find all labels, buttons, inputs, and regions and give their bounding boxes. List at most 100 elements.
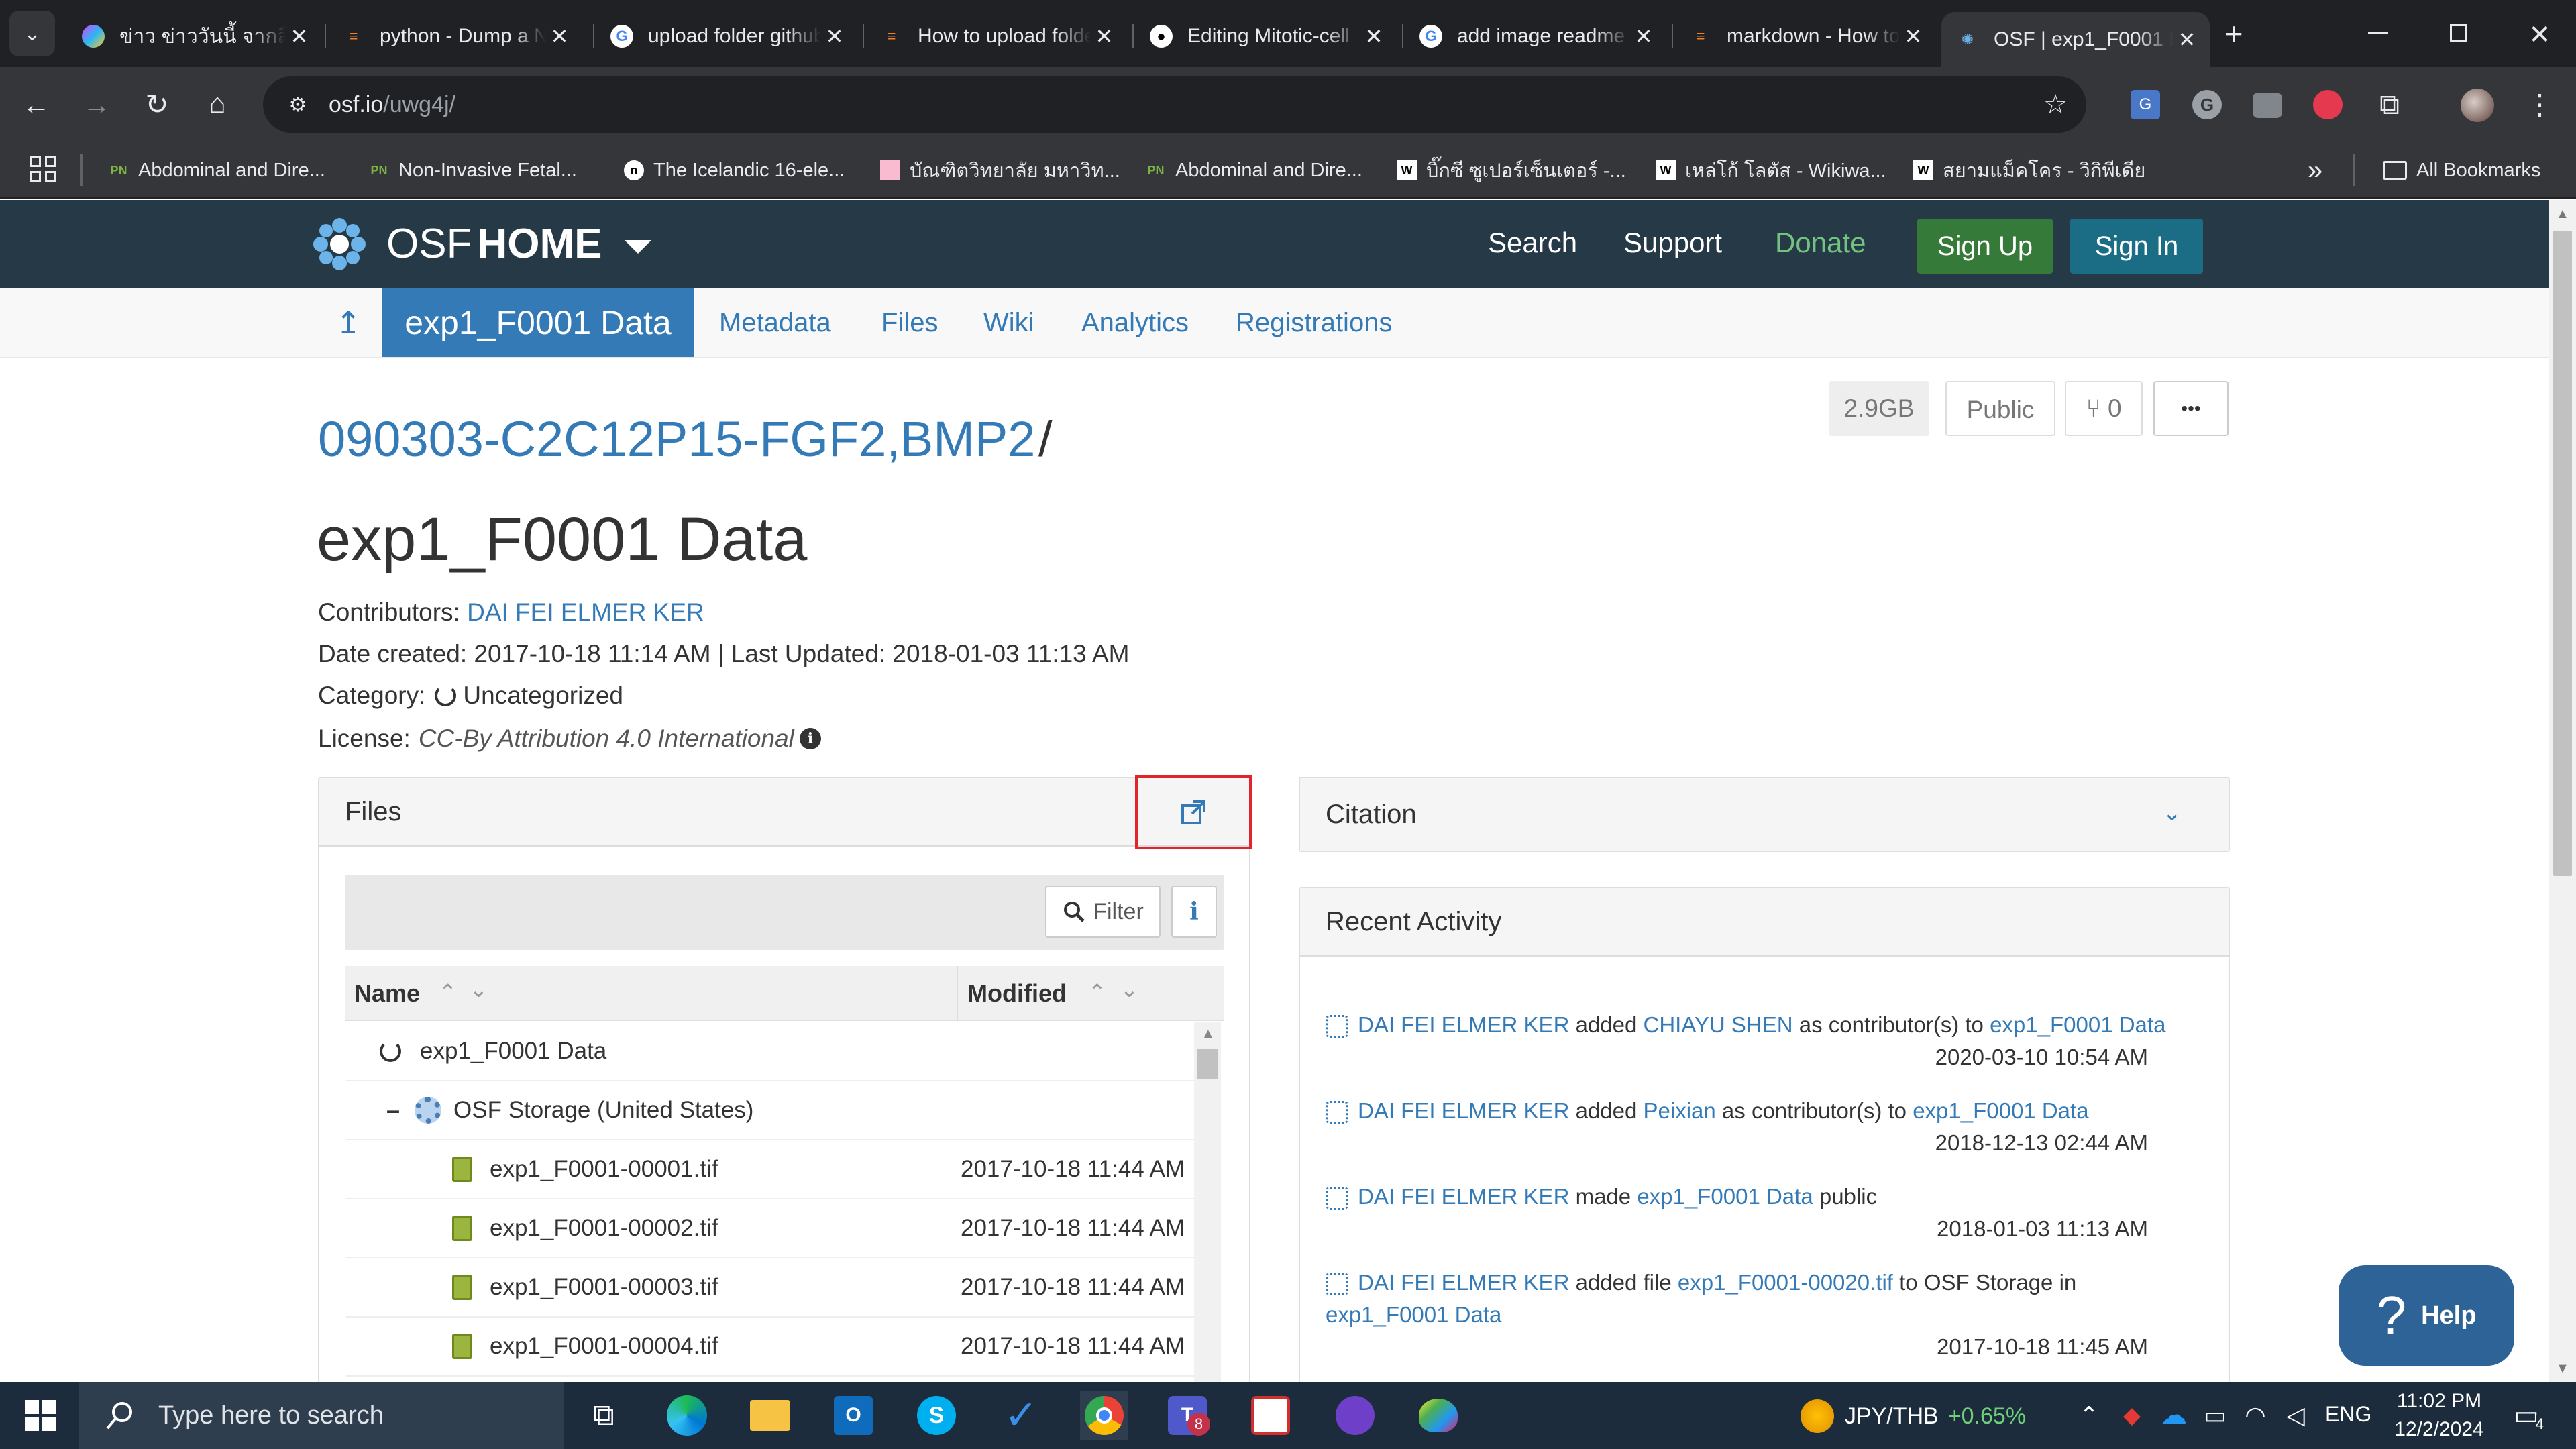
site-info-icon[interactable]: ⚙ (278, 85, 318, 125)
activity-user[interactable]: DAI FEI ELMER KER (1358, 1012, 1569, 1037)
bookmark-star-icon[interactable]: ☆ (2043, 89, 2068, 120)
tab-close-icon[interactable]: ✕ (546, 23, 573, 49)
file-row[interactable]: exp1_F0001-00002.tif 2017-10-18 11:44 AM (346, 1199, 1205, 1258)
activity-user[interactable]: DAI FEI ELMER KER (1358, 1270, 1569, 1295)
restore-icon[interactable] (2450, 24, 2467, 42)
browser-menu-icon[interactable]: ⋮ (2520, 85, 2560, 125)
sign-in-button[interactable]: Sign In (2070, 219, 2203, 274)
sort-desc-icon[interactable]: ⌄ (1120, 977, 1138, 1002)
file-row[interactable]: exp1_F0001-00001.tif 2017-10-18 11:44 AM (346, 1140, 1205, 1199)
scroll-down-icon[interactable]: ▼ (2556, 1361, 2569, 1377)
activity-user[interactable]: DAI FEI ELMER KER (1358, 1184, 1569, 1209)
tab-registrations[interactable]: Registrations (1236, 288, 1392, 357)
activity-target[interactable]: Peixian (1644, 1098, 1716, 1123)
scroll-thumb[interactable] (1197, 1049, 1218, 1079)
taskbar-search-box[interactable]: Type here to search (79, 1382, 564, 1449)
chevron-up-icon[interactable]: ⌃ (2065, 1391, 2113, 1440)
browser-tab[interactable]: G upload folder github ✕ (596, 12, 857, 60)
tab-close-icon[interactable]: ✕ (1091, 23, 1118, 49)
sort-asc-icon[interactable]: ⌃ (439, 979, 457, 1005)
info-button[interactable]: i (1171, 885, 1217, 938)
chevron-down-icon[interactable]: ⌄ (2163, 800, 2182, 826)
more-options-button[interactable]: ••• (2153, 381, 2229, 436)
window-close-icon[interactable]: ✕ (2520, 15, 2560, 55)
scroll-thumb[interactable] (2553, 231, 2572, 876)
files-scrollbar-track[interactable]: ▲ (1194, 1022, 1221, 1395)
up-level-icon[interactable]: ↥ (335, 288, 362, 357)
tab-close-icon[interactable]: ✕ (821, 23, 848, 49)
file-row[interactable]: exp1_F0001-00003.tif 2017-10-18 11:44 AM (346, 1258, 1205, 1318)
back-icon[interactable]: ← (16, 85, 56, 125)
tab-analytics[interactable]: Analytics (1081, 288, 1189, 357)
browser-tab-active[interactable]: ✺ OSF | exp1_F0001 Data ✕ (1941, 12, 2210, 67)
nav-support[interactable]: Support (1623, 227, 1722, 259)
red-extension-icon[interactable] (2313, 90, 2343, 119)
windows-start-icon[interactable] (16, 1391, 64, 1440)
info-circle-icon[interactable]: i (799, 728, 821, 749)
currency-widget[interactable]: JPY/THB +0.65% (1801, 1393, 2026, 1440)
scroll-up-icon[interactable]: ▲ (1201, 1025, 1216, 1042)
forward-icon[interactable]: → (76, 85, 117, 125)
task-view-icon[interactable]: ⧉ (580, 1391, 628, 1440)
sort-asc-icon[interactable]: ⌃ (1088, 979, 1106, 1005)
tab-project-overview[interactable]: exp1_F0001 Data (382, 288, 694, 357)
apps-grid-icon[interactable] (30, 156, 56, 182)
forks-button[interactable]: ⑂ 0 (2065, 381, 2143, 436)
grammarly-extension-icon[interactable]: G (2192, 90, 2222, 119)
file-row[interactable]: exp1_F0001-00004.tif 2017-10-18 11:44 AM (346, 1318, 1205, 1377)
volume-icon[interactable]: ◁ (2271, 1391, 2320, 1440)
chrome-icon[interactable] (1080, 1391, 1128, 1440)
tree-row-storage[interactable]: – OSF Storage (United States) (346, 1081, 1205, 1140)
translate-extension-icon[interactable]: G (2131, 90, 2160, 119)
osf-brand[interactable]: OSF HOME (386, 217, 651, 271)
tab-close-icon[interactable]: ✕ (1900, 23, 1927, 49)
browser-tab[interactable]: ● Editing Mitotic-cell ✕ (1135, 12, 1397, 60)
browser-tab[interactable]: ข่าว ข่าววันนี้ จากสื่อชั้นนำ ✕ (67, 12, 322, 60)
tab-search-button[interactable]: ⌄ (9, 11, 55, 56)
bookmark-item[interactable]: W สยามแม็คโคร - วิกิพีเดีย (1913, 154, 2145, 186)
home-icon[interactable]: ⌂ (197, 83, 237, 123)
sort-desc-icon[interactable]: ⌄ (470, 977, 488, 1002)
browser-tab[interactable]: ≡ markdown - How to ✕ (1674, 12, 1936, 60)
bookmark-item[interactable]: PN Abdominal and Dire... (109, 154, 325, 186)
github-desktop-icon[interactable] (1331, 1391, 1379, 1440)
help-button[interactable]: ? Help (2339, 1265, 2514, 1366)
profile-avatar[interactable] (2461, 89, 2494, 122)
tab-metadata[interactable]: Metadata (719, 288, 831, 357)
language-indicator[interactable]: ENG (2325, 1402, 2371, 1427)
skype-icon[interactable]: S (912, 1391, 961, 1440)
tab-close-icon[interactable]: ✕ (1630, 23, 1657, 49)
activity-target[interactable]: exp1_F0001-00020.tif (1678, 1270, 1893, 1295)
bookmark-item[interactable]: W บิ๊กซี ซูเปอร์เซ็นเตอร์ -... (1397, 154, 1626, 186)
filter-button[interactable]: Filter (1045, 885, 1161, 938)
browser-tab[interactable]: ≡ How to upload folder ✕ (865, 12, 1127, 60)
file-explorer-icon[interactable] (746, 1391, 794, 1440)
todo-icon[interactable]: ✓ (997, 1391, 1045, 1440)
outlook-icon[interactable]: O (829, 1391, 877, 1440)
activity-user[interactable]: DAI FEI ELMER KER (1358, 1098, 1569, 1123)
notification-center-icon[interactable]: ▭ 4 (2502, 1391, 2551, 1440)
bookmark-item[interactable]: บัณฑิตวิทยาลัย มหาวิท... (880, 154, 1120, 186)
activity-project[interactable]: exp1_F0001 Data (1913, 1098, 2088, 1123)
tree-row-project[interactable]: exp1_F0001 Data (346, 1022, 1205, 1081)
tab-close-icon[interactable]: ✕ (1360, 23, 1387, 49)
activity-target[interactable]: CHIAYU SHEN (1644, 1012, 1793, 1037)
bookmark-item[interactable]: PN Abdominal and Dire... (1146, 154, 1362, 186)
clock[interactable]: 11:02 PM 12/2/2024 (2379, 1387, 2500, 1444)
contributor-link[interactable]: DAI FEI ELMER KER (467, 598, 704, 626)
page-scrollbar[interactable]: ▲ ▼ (2549, 200, 2576, 1382)
activity-project[interactable]: exp1_F0001 Data (1326, 1302, 1501, 1327)
sign-up-button[interactable]: Sign Up (1917, 219, 2053, 274)
nav-search[interactable]: Search (1488, 227, 1577, 259)
activity-target[interactable]: exp1_F0001 Data (1637, 1184, 1813, 1209)
bookmark-item[interactable]: PN Non-Invasive Fetal... (369, 154, 576, 186)
bookmark-item[interactable]: W เหล่โก้ โลตัส - Wikiwa... (1656, 154, 1886, 186)
tab-files[interactable]: Files (881, 288, 938, 357)
browser-tab[interactable]: G add image readme ✕ (1405, 12, 1666, 60)
bookmark-item[interactable]: n The Icelandic 16-ele... (624, 154, 845, 186)
citation-panel[interactable]: Citation ⌄ (1299, 777, 2230, 852)
extensions-puzzle-icon[interactable]: ⧉ (2369, 85, 2410, 125)
robot-extension-icon[interactable] (2253, 93, 2282, 118)
osf-logo-icon[interactable] (310, 215, 369, 274)
minimize-icon[interactable] (2368, 32, 2388, 34)
